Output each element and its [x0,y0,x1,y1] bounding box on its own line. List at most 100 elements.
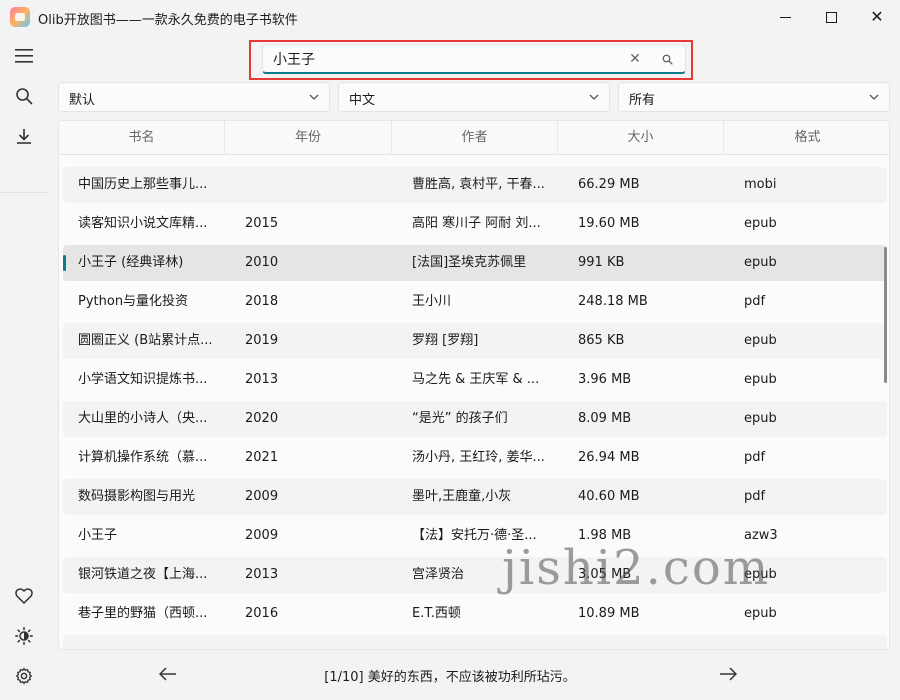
menu-button[interactable] [8,40,40,72]
sidebar-item-settings[interactable] [8,660,40,692]
chevron-down-icon [589,94,599,100]
cell-format: mobi [744,177,777,192]
cell-year: 2015 [245,216,279,231]
search-input[interactable] [273,49,613,69]
cell-format: azw3 [744,528,778,543]
table-row[interactable]: 大山里的小诗人（央... 2020 “是光” 的孩子们 8.09 MB epub [63,401,887,437]
gear-icon [15,667,33,685]
cell-format: epub [744,411,777,426]
close-icon: ✕ [870,7,884,26]
sidebar-item-favorite[interactable] [8,580,40,612]
clear-icon: ✕ [629,51,641,67]
cell-year: 2016 [245,606,279,621]
table-row[interactable] [63,635,887,649]
cell-format: epub [744,372,777,387]
cell-title: 圆圈正义 (B站累计点... [78,333,213,348]
cell-author: 罗翔 [罗翔] [412,333,479,348]
table-row[interactable]: 银河铁道之夜【上海... 2013 宫泽贤治 3.05 MB epub [63,557,887,593]
cell-year [245,635,325,649]
cell-title: 大山里的小诗人（央... [78,411,208,426]
hamburger-menu-icon [15,49,33,63]
table-body: 中国历史上那些事儿... 曹胜高, 袁村平, 干春... 66.29 MB mobi 读… [59,155,889,649]
theme-toggle-button[interactable] [8,620,40,652]
cell-year: 2021 [245,450,279,465]
table-row[interactable]: 巷子里的野猫（西顿... 2016 E.T.西顿 10.89 MB epub [63,596,887,632]
cell-author: 汤小丹, 王红玲, 姜华... [412,450,545,465]
cell-size: 10.89 MB [578,606,640,621]
cell-format: epub [744,333,777,348]
prev-quote-button[interactable] [156,662,180,686]
cell-author: E.T.西顿 [412,606,461,621]
sidebar-item-search[interactable] [8,80,40,112]
cell-title: 银河铁道之夜【上海... [78,567,208,582]
cell-format: pdf [744,294,766,309]
cell-title: 小学语文知识提炼书... [78,372,208,387]
cell-author: 墨叶,王鹿童,小灰 [412,489,512,504]
download-icon [17,129,31,144]
table-row[interactable]: 小王子 2009 【法】安托万·德·圣... 1.98 MB azw3 [63,518,887,554]
table-row[interactable]: 中国历史上那些事儿... 曹胜高, 袁村平, 干春... 66.29 MB mobi [63,167,887,203]
column-header-author[interactable]: 作者 [392,121,558,155]
format-filter-value: 所有 [629,93,656,108]
search-icon [16,88,33,105]
table-row[interactable]: Python与量化投资 2018 王小川 248.18 MB pdf [63,284,887,320]
close-button[interactable]: ✕ [854,0,900,34]
cell-author: 宫泽贤治 [412,567,465,582]
app-logo-icon [10,7,30,27]
table-header: 书名 年份 作者 大小 格式 [59,121,889,155]
cell-author: [法国]圣埃克苏佩里 [412,255,527,270]
cell-year: 2018 [245,294,279,309]
daily-quote: [1/10] 美好的东西，不应该被功利所玷污。 [324,670,576,685]
table-row[interactable]: 圆圈正义 (B站累计点... 2019 罗翔 [罗翔] 865 KB epub [63,323,887,359]
search-icon [662,54,673,65]
chevron-down-icon [869,94,879,100]
cell-format: epub [744,606,777,621]
sidebar [0,34,48,700]
cell-author: 【法】安托万·德·圣... [412,528,537,543]
sort-filter-select[interactable]: 默认 [58,82,330,112]
table-row[interactable]: 小学语文知识提炼书... 2013 马之先 & 王庆军 & ... 3.96 MB ep… [63,362,887,398]
cell-year: 2009 [245,489,279,504]
column-header-year[interactable]: 年份 [225,121,392,155]
cell-size: 40.60 MB [578,489,640,504]
maximize-icon [825,11,837,23]
cell-size: 1.98 MB [578,528,632,543]
vertical-scrollbar[interactable] [884,247,887,383]
chevron-down-icon [309,94,319,100]
cell-format [744,635,824,649]
cell-author: 高阳 寒川子 阿耐 刘... [412,216,541,231]
minimize-icon [779,16,791,18]
cell-author [412,635,562,649]
cell-author: 曹胜高, 袁村平, 干春... [412,177,545,192]
cell-author: “是光” 的孩子们 [412,411,508,426]
search-clear-button[interactable]: ✕ [625,49,645,69]
cell-title: 中国历史上那些事儿... [78,177,208,192]
table-row[interactable]: 计算机操作系统（慕... 2021 汤小丹, 王红玲, 姜华... 26.94 MB p… [63,440,887,476]
next-quote-button[interactable] [716,662,740,686]
cell-title: 巷子里的野猫（西顿... [78,606,208,621]
minimize-button[interactable] [762,0,808,34]
table-row[interactable]: 小王子 (经典译林) 2010 [法国]圣埃克苏佩里 991 KB epub [63,245,887,281]
results-table: 书名 年份 作者 大小 格式 中国历史上那些事儿... 曹胜高, 袁村平, 干春.… [58,120,890,650]
table-row[interactable]: 数码摄影构图与用光 2009 墨叶,王鹿童,小灰 40.60 MB pdf [63,479,887,515]
cell-format: epub [744,216,777,231]
cell-size: 66.29 MB [578,177,640,192]
maximize-button[interactable] [808,0,854,34]
language-filter-select[interactable]: 中文 [338,82,610,112]
column-header-title[interactable]: 书名 [59,121,225,155]
sidebar-item-download[interactable] [8,120,40,152]
table-row[interactable]: 读客知识小说文库精... 2015 高阳 寒川子 阿耐 刘... 19.60 MB ep… [63,206,887,242]
search-box: ✕ [262,44,686,74]
cell-year: 2010 [245,255,279,270]
search-submit-button[interactable] [657,49,677,69]
arrow-right-icon [720,667,737,681]
column-header-format[interactable]: 格式 [724,121,889,155]
format-filter-select[interactable]: 所有 [618,82,890,112]
cell-size [578,635,698,649]
cell-year: 2013 [245,567,279,582]
cell-size: 248.18 MB [578,294,648,309]
cell-format: epub [744,255,777,270]
cell-year: 2013 [245,372,279,387]
cell-size: 26.94 MB [578,450,640,465]
column-header-size[interactable]: 大小 [558,121,724,155]
